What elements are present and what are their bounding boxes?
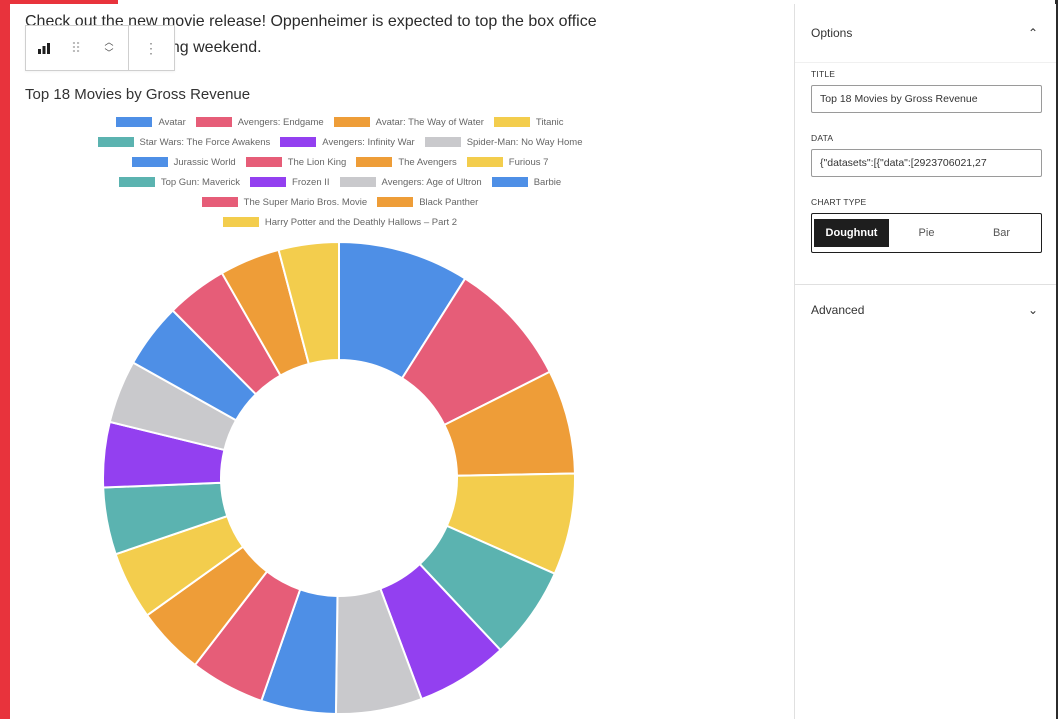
legend-label: Avatar	[158, 116, 186, 128]
move-buttons: ︿ ﹀	[90, 26, 128, 70]
chevron-up-icon: ⌃	[1027, 26, 1038, 40]
legend-label: Avengers: Infinity War	[322, 136, 415, 148]
legend-swatch	[493, 117, 530, 127]
legend-item[interactable]: The Lion King	[245, 156, 347, 168]
block-toolbar: ⠿ ︿ ﹀ ⋮	[25, 25, 175, 71]
doughnut-chart	[103, 242, 575, 714]
legend-row: Jurassic World The Lion King The Avengers F…	[127, 155, 554, 169]
legend-item[interactable]: Furious 7	[466, 156, 549, 168]
block-type-button[interactable]	[26, 26, 62, 70]
legend-label: Barbie	[533, 176, 562, 188]
chart-type-toggle: Doughnut Pie Bar	[811, 213, 1042, 253]
bar-chart-icon	[38, 43, 50, 54]
legend-label: Harry Potter and the Deathly Hallows – P…	[264, 216, 458, 228]
legend-label: The Avengers	[398, 156, 457, 168]
legend-swatch	[491, 177, 528, 187]
legend-item[interactable]: Jurassic World	[131, 156, 236, 168]
legend-item[interactable]: The Super Mario Bros. Movie	[201, 196, 368, 208]
legend-swatch	[250, 177, 287, 187]
chart-legend: Avatar Avengers: Endgame Avatar: The Way o…	[25, 115, 655, 229]
legend-item[interactable]: Star Wars: The Force Awakens	[97, 136, 271, 148]
legend-label: Avatar: The Way of Water	[375, 116, 484, 128]
editor-canvas: Check out the new movie release! Oppenhe…	[10, 0, 793, 719]
legend-item[interactable]: The Avengers	[356, 156, 457, 168]
legend-item[interactable]: Titanic	[493, 116, 564, 128]
legend-item[interactable]: Harry Potter and the Deathly Hallows – P…	[222, 216, 458, 228]
legend-label: Avengers: Age of Ultron	[381, 176, 482, 188]
more-vertical-icon[interactable]: ⋮	[129, 26, 173, 70]
title-input[interactable]: Top 18 Movies by Gross Revenue	[811, 85, 1042, 113]
legend-item[interactable]: Avengers: Endgame	[195, 116, 324, 128]
legend-swatch	[201, 197, 238, 207]
legend-row: Avatar Avengers: Endgame Avatar: The Way o…	[111, 115, 568, 129]
legend-item[interactable]: Top Gun: Maverick	[118, 176, 241, 188]
chart-type-pie-button[interactable]: Pie	[889, 219, 964, 247]
legend-swatch	[333, 117, 370, 127]
chart-title: Top 18 Movies by Gross Revenue	[25, 86, 251, 103]
legend-swatch	[116, 117, 153, 127]
chevron-down-icon[interactable]: ﹀	[104, 48, 113, 59]
legend-label: Black Panther	[419, 196, 479, 208]
legend-swatch	[245, 157, 282, 167]
settings-sidebar: Options ⌃ TITLE Top 18 Movies by Gross R…	[794, 4, 1056, 719]
chart-type-label: CHART TYPE	[811, 197, 867, 207]
legend-label: Spider-Man: No Way Home	[466, 136, 583, 148]
options-panel-header[interactable]: Options ⌃	[795, 4, 1056, 63]
chevron-down-icon: ⌄	[1027, 302, 1038, 317]
legend-item[interactable]: Black Panther	[377, 197, 478, 208]
drag-handle-icon[interactable]: ⠿	[62, 26, 90, 70]
data-input[interactable]: {"datasets":[{"data":[2923706021,27	[811, 149, 1042, 177]
legend-row: Harry Potter and the Deathly Hallows – P…	[218, 215, 462, 229]
legend-item[interactable]: Frozen II	[250, 177, 330, 188]
legend-label: Frozen II	[292, 176, 330, 188]
legend-label: The Super Mario Bros. Movie	[243, 196, 368, 208]
legend-label: Jurassic World	[173, 156, 236, 168]
legend-item[interactable]: Avatar: The Way of Water	[333, 116, 484, 128]
legend-label: Top Gun: Maverick	[160, 176, 241, 188]
legend-swatch	[356, 157, 393, 167]
legend-row: Star Wars: The Force Awakens Avengers: In…	[93, 135, 588, 149]
data-label: DATA	[811, 133, 834, 143]
legend-swatch	[222, 217, 259, 227]
legend-swatch	[424, 137, 461, 147]
legend-label: The Lion King	[287, 156, 347, 168]
legend-label: Titanic	[535, 116, 564, 128]
legend-item[interactable]: Avatar	[116, 116, 186, 128]
legend-swatch	[280, 137, 317, 147]
advanced-panel-header[interactable]: Advanced ⌄	[795, 284, 1056, 334]
advanced-panel-title: Advanced	[811, 302, 865, 317]
legend-label: Star Wars: The Force Awakens	[139, 136, 271, 148]
legend-swatch	[377, 197, 414, 207]
legend-item[interactable]: Avengers: Age of Ultron	[339, 176, 482, 188]
legend-row: The Super Mario Bros. Movie Black Panther	[197, 195, 484, 209]
chart-type-doughnut-button[interactable]: Doughnut	[814, 219, 889, 247]
title-label: TITLE	[811, 69, 836, 79]
options-panel-title: Options	[811, 26, 853, 40]
legend-row: Top Gun: Maverick Frozen II Avengers: Age …	[114, 175, 566, 189]
chevron-up-icon[interactable]: ︿	[104, 37, 113, 48]
legend-item[interactable]: Spider-Man: No Way Home	[424, 136, 583, 148]
legend-swatch	[339, 177, 376, 187]
legend-item[interactable]: Avengers: Infinity War	[280, 136, 415, 148]
legend-swatch	[195, 117, 232, 127]
chart-type-bar-button[interactable]: Bar	[964, 219, 1039, 247]
legend-item[interactable]: Barbie	[491, 176, 562, 188]
legend-label: Avengers: Endgame	[237, 116, 324, 128]
legend-swatch	[466, 157, 503, 167]
legend-swatch	[97, 137, 134, 147]
legend-swatch	[118, 177, 155, 187]
legend-swatch	[131, 157, 168, 167]
window-edge-left	[0, 0, 10, 719]
legend-label: Furious 7	[508, 156, 549, 168]
